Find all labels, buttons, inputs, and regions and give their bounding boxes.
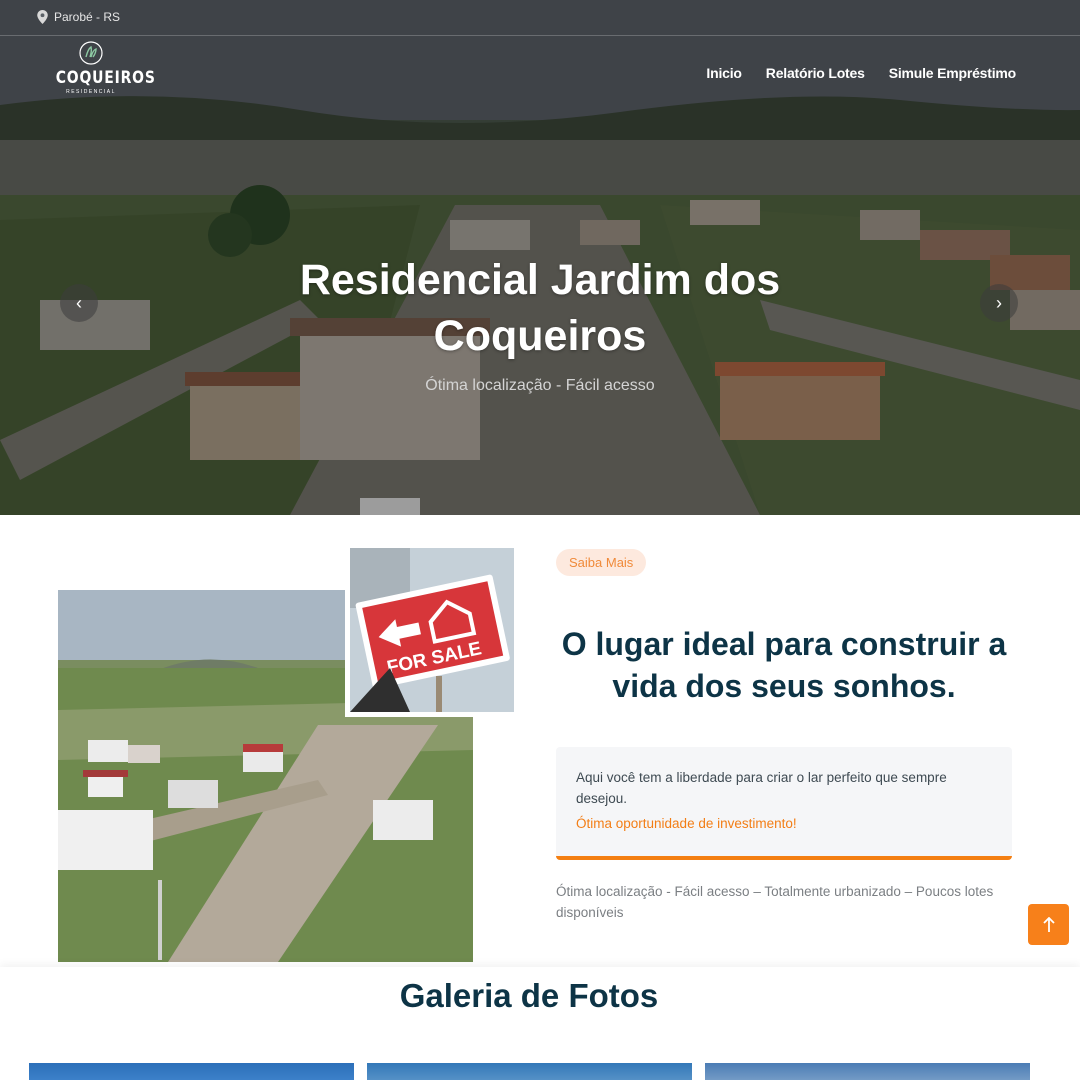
hero-carousel: Parobé - RS COQUEIROS RESIDENCIAL Inicio… bbox=[0, 0, 1080, 515]
palm-leaf-icon bbox=[79, 41, 103, 65]
chevron-right-icon: › bbox=[996, 292, 1002, 313]
hero-title: Residencial Jardim dos Coqueiros bbox=[299, 256, 781, 360]
info-card-text: Aqui você tem a liberdade para criar o l… bbox=[576, 770, 947, 806]
hero-subtitle: Ótima localização - Fácil acesso bbox=[425, 377, 655, 394]
location-text: Parobé - RS bbox=[54, 10, 121, 24]
gallery-section: Galeria de Fotos bbox=[0, 967, 1080, 1080]
nav-relatorio-lotes[interactable]: Relatório Lotes bbox=[766, 65, 865, 81]
gallery-photo[interactable] bbox=[705, 1063, 1030, 1080]
info-card: Aqui você tem a liberdade para criar o l… bbox=[556, 747, 1012, 860]
chevron-left-icon: ‹ bbox=[76, 292, 82, 313]
site-logo[interactable]: COQUEIROS RESIDENCIAL bbox=[48, 41, 156, 105]
logo-subtitle: RESIDENCIAL bbox=[66, 89, 116, 95]
saiba-mais-badge: Saiba Mais bbox=[556, 549, 647, 576]
arrow-up-icon bbox=[1042, 916, 1055, 932]
back-to-top-button[interactable] bbox=[1028, 904, 1069, 945]
carousel-prev-button[interactable]: ‹ bbox=[60, 284, 98, 322]
logo-name: COQUEIROS bbox=[55, 68, 156, 88]
topbar: Parobé - RS bbox=[0, 0, 1080, 36]
info-card-highlight: Ótima oportunidade de investimento! bbox=[576, 816, 797, 831]
carousel-next-button[interactable]: › bbox=[980, 284, 1018, 322]
main-nav: Inicio Relatório Lotes Simule Empréstimo bbox=[706, 65, 1016, 81]
nav-inicio[interactable]: Inicio bbox=[706, 65, 742, 81]
about-section: FOR SALE Saiba Mais O lugar ideal para c… bbox=[0, 515, 1080, 967]
location: Parobé - RS bbox=[37, 10, 120, 24]
map-pin-icon bbox=[37, 10, 48, 24]
for-sale-sign-photo: FOR SALE bbox=[345, 543, 519, 717]
gallery-photo[interactable] bbox=[367, 1063, 692, 1080]
features-text: Ótima localização - Fácil acesso – Total… bbox=[556, 884, 994, 920]
gallery-title: Galeria de Fotos bbox=[399, 977, 659, 1014]
about-title: O lugar ideal para construir a vida dos … bbox=[561, 626, 1007, 704]
gallery-photo[interactable] bbox=[29, 1063, 354, 1080]
for-sale-image: FOR SALE bbox=[350, 548, 514, 712]
nav-simule-emprestimo[interactable]: Simule Empréstimo bbox=[889, 65, 1017, 81]
